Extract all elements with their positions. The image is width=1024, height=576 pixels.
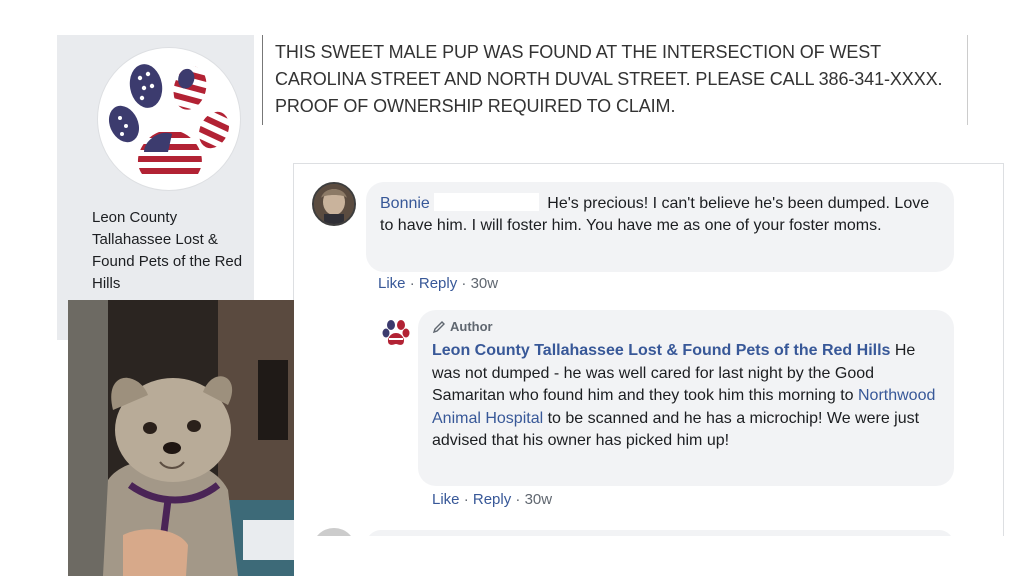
comments-panel: Bonnie He's precious! I can't believe he… <box>293 163 1004 536</box>
separator: · <box>461 275 467 292</box>
flag-paw-icon <box>382 320 410 345</box>
reply-body: Leon County Tallahassee Lost & Found Pet… <box>432 340 940 453</box>
post-box: THIS SWEET MALE PUP WAS FOUND AT THE INT… <box>262 35 968 125</box>
reply-actions: Like · Reply · 30w <box>432 491 552 508</box>
avatar[interactable] <box>312 528 356 536</box>
comment-bubble: Bonnie He's precious! I can't believe he… <box>366 182 954 272</box>
flag-paw-icon <box>108 64 230 180</box>
comment-actions: Like · Reply · 30w <box>378 275 498 292</box>
reply-link[interactable]: Reply <box>419 275 457 292</box>
timestamp[interactable]: 30w <box>471 275 499 292</box>
author-badge: Author <box>432 318 940 336</box>
dog-photo <box>68 300 294 576</box>
reply-bubble: Author Leon County Tallahassee Lost & Fo… <box>418 310 954 486</box>
reply-link[interactable]: Reply <box>473 491 511 508</box>
timestamp[interactable]: 30w <box>525 491 553 508</box>
post-text: THIS SWEET MALE PUP WAS FOUND AT THE INT… <box>275 42 943 116</box>
page-name[interactable]: Leon County Tallahassee Lost & Found Pet… <box>92 207 252 295</box>
page-sidebar: Leon County Tallahassee Lost & Found Pet… <box>57 35 254 340</box>
avatar[interactable] <box>312 182 356 226</box>
like-link[interactable]: Like <box>432 491 460 508</box>
reply-author-link[interactable]: Leon County Tallahassee Lost & Found Pet… <box>432 342 890 359</box>
page-logo[interactable] <box>97 47 241 191</box>
separator: · <box>463 491 469 508</box>
avatar[interactable] <box>380 316 412 348</box>
separator: · <box>515 491 521 508</box>
like-link[interactable]: Like <box>378 275 406 292</box>
comment-author-link[interactable]: Bonnie <box>380 195 430 212</box>
author-badge-label: Author <box>450 319 493 334</box>
pencil-icon <box>432 321 445 334</box>
comment-bubble <box>366 530 954 536</box>
separator: · <box>409 275 415 292</box>
redaction-block <box>433 193 539 211</box>
